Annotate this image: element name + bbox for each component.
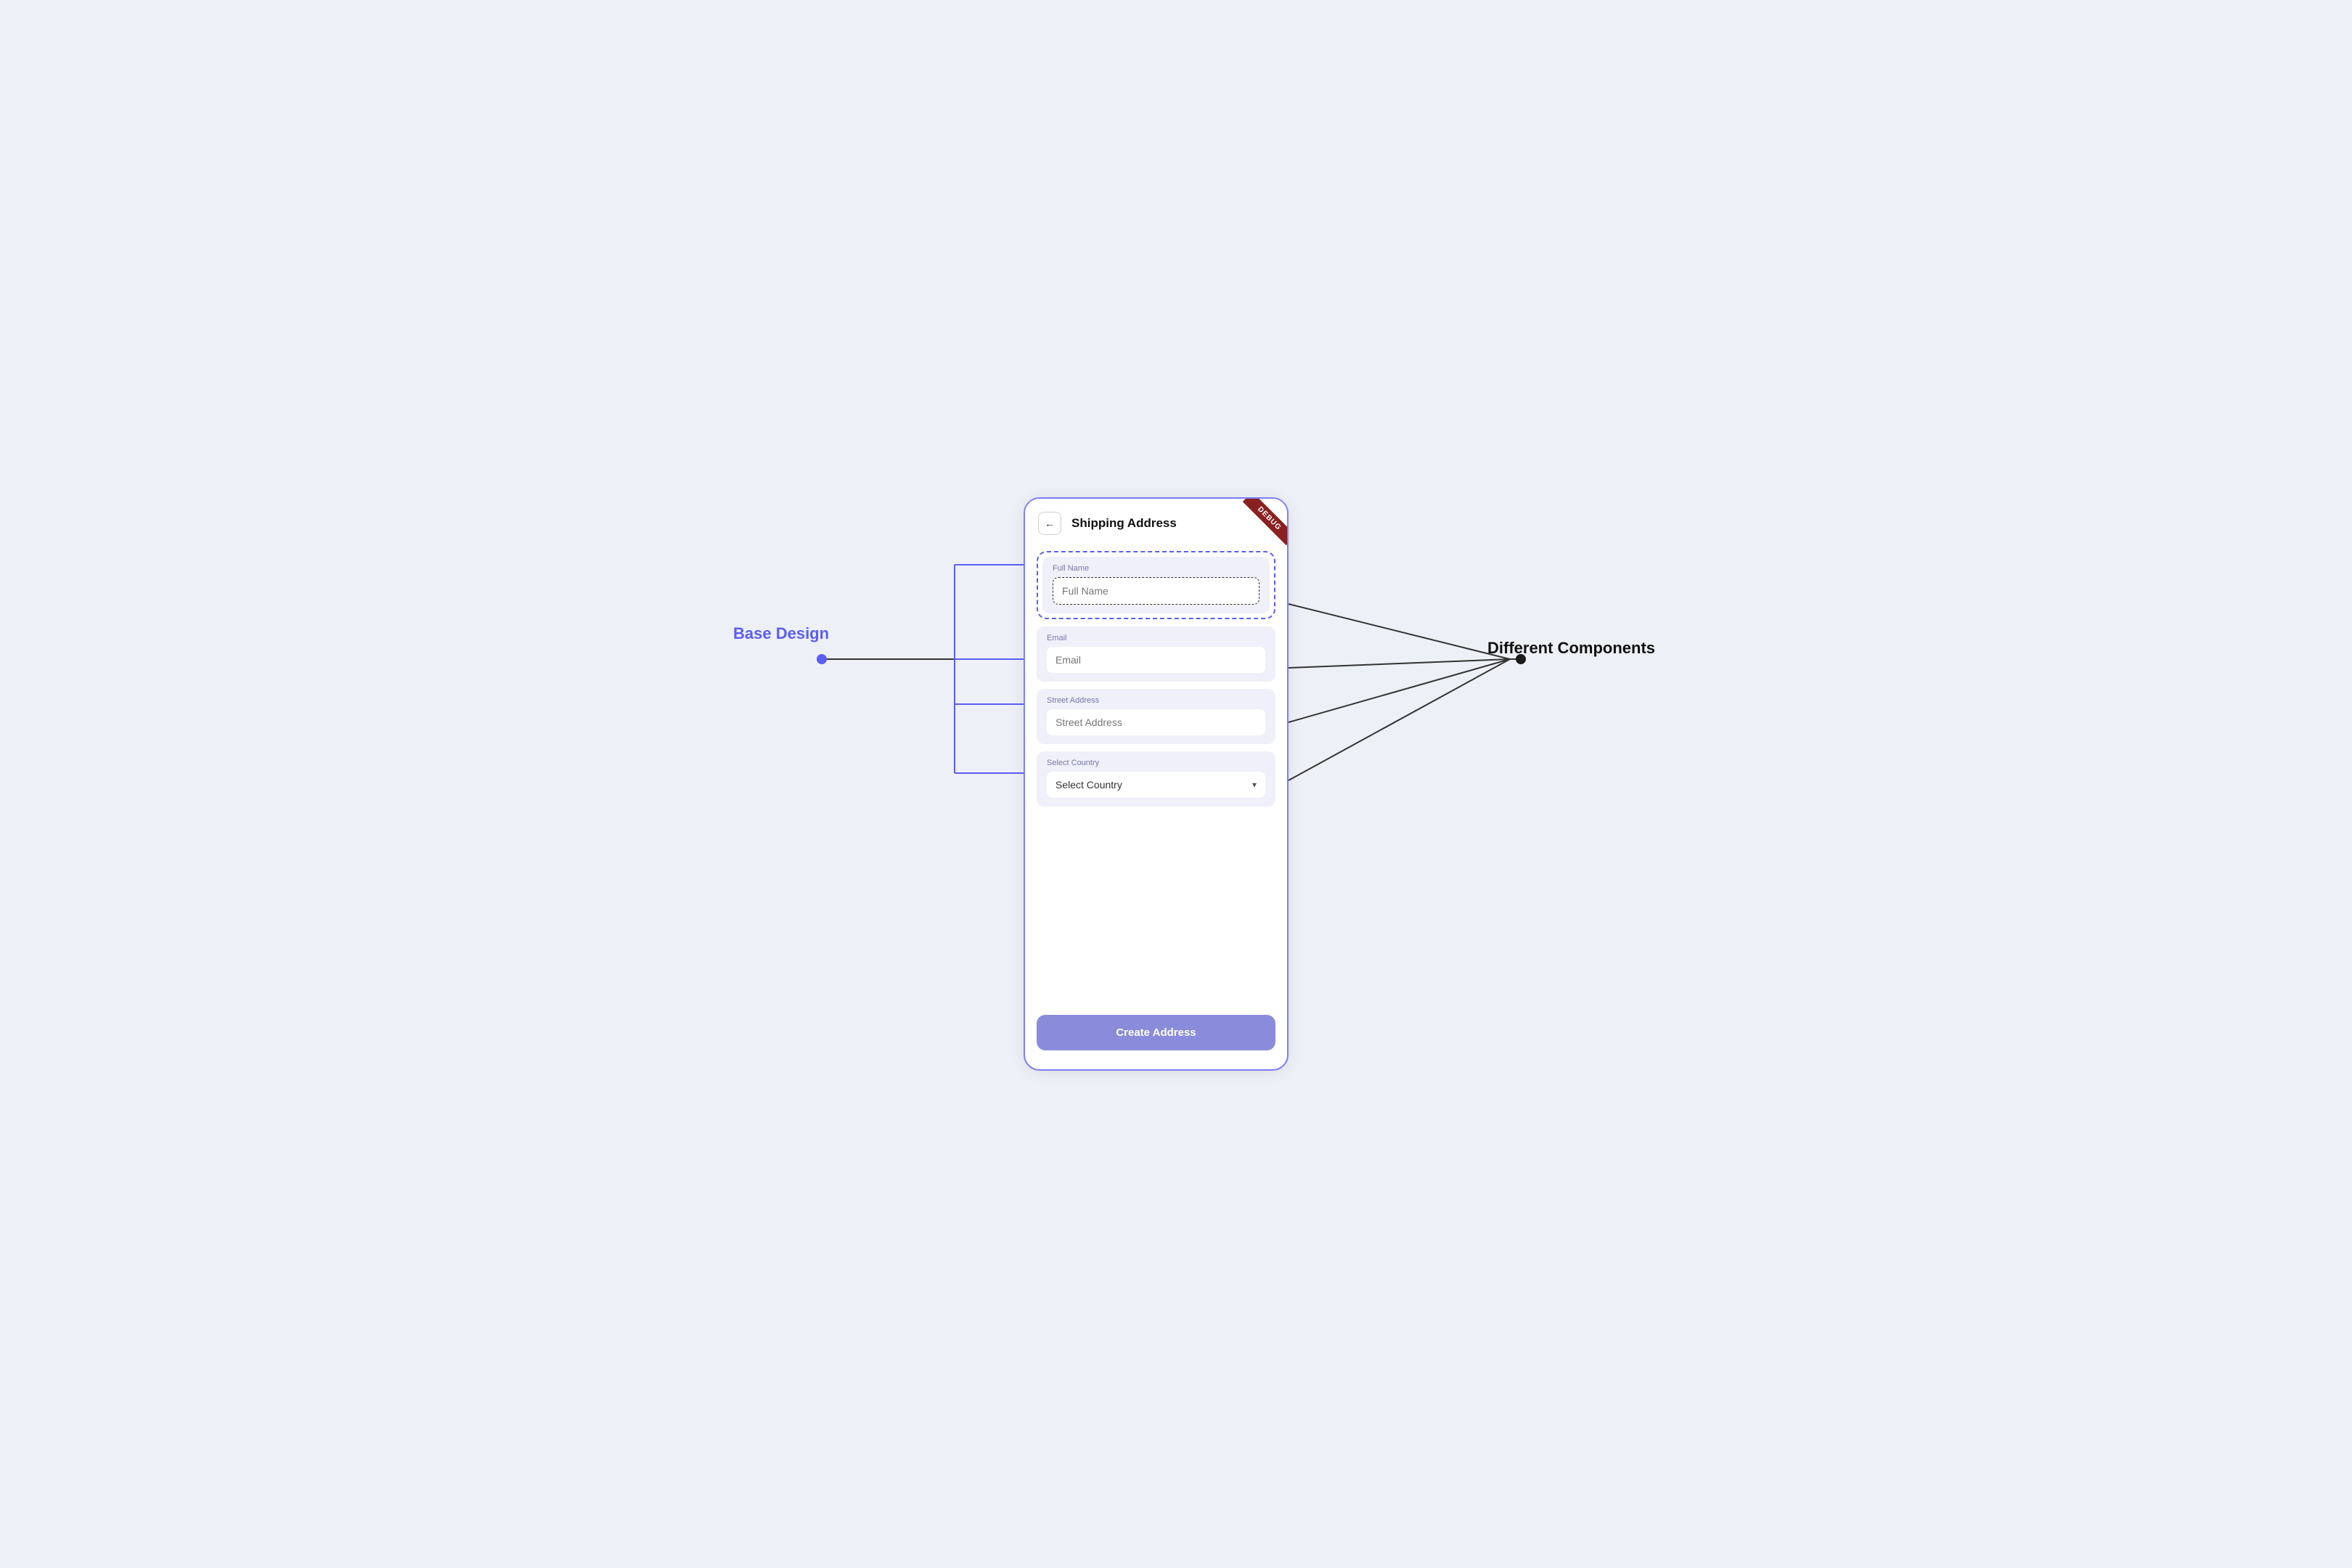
full-name-field-group: Full Name <box>1042 557 1270 613</box>
phone-frame: ← Shipping Address Full Name Email Stree… <box>1024 497 1289 1071</box>
full-name-input[interactable] <box>1053 577 1259 605</box>
base-design-label: Base Design <box>733 624 829 643</box>
back-button[interactable]: ← <box>1038 512 1061 535</box>
select-country-field-group: Select Country Select Country United Sta… <box>1037 751 1275 807</box>
different-components-label: Different Components <box>1487 639 1655 658</box>
different-components-dot <box>1516 654 1526 664</box>
debug-ribbon <box>1236 499 1287 550</box>
phone-content: Full Name Email Street Address Select Co… <box>1025 545 1287 1066</box>
email-label: Email <box>1047 634 1265 642</box>
header-title: Shipping Address <box>1071 516 1177 531</box>
email-field-group: Email <box>1037 626 1275 682</box>
base-design-dot <box>817 654 827 664</box>
full-name-field-wrapper: Full Name <box>1037 551 1275 619</box>
back-arrow-icon: ← <box>1045 518 1055 529</box>
full-name-label: Full Name <box>1053 564 1259 573</box>
create-address-button[interactable]: Create Address <box>1037 1015 1275 1050</box>
canvas: Base Design Different Components ← S <box>690 457 1662 1111</box>
select-country-label: Select Country <box>1047 759 1265 767</box>
street-address-input[interactable] <box>1047 709 1265 735</box>
select-country-wrapper: Select Country United States United King… <box>1047 772 1265 798</box>
select-country-dropdown[interactable]: Select Country United States United King… <box>1047 772 1265 798</box>
street-address-label: Street Address <box>1047 696 1265 705</box>
email-input[interactable] <box>1047 647 1265 673</box>
street-address-field-group: Street Address <box>1037 689 1275 744</box>
spacer <box>1037 814 1275 1008</box>
